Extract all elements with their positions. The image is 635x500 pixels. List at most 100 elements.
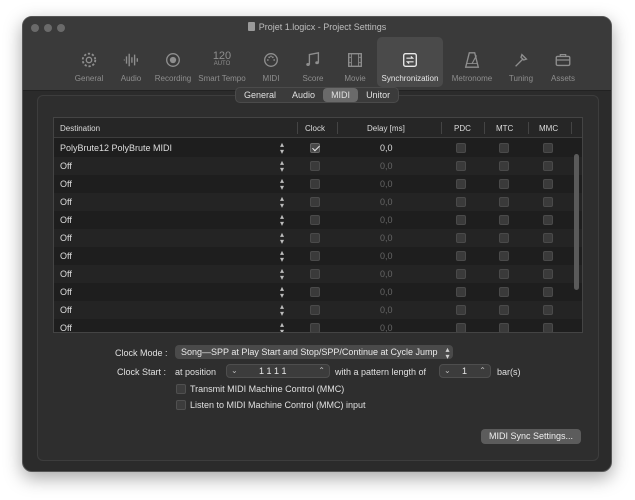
- mmc-checkbox[interactable]: [543, 197, 553, 207]
- clock-checkbox[interactable]: [310, 179, 320, 189]
- updown-chevron-icon[interactable]: ▴ ▾: [280, 285, 284, 300]
- toolbar-midi[interactable]: MIDI: [251, 37, 291, 87]
- updown-chevron-icon[interactable]: ▴ ▾: [280, 303, 284, 318]
- mtc-checkbox[interactable]: [499, 233, 509, 243]
- stepper-up-icon[interactable]: ⌃: [318, 365, 325, 377]
- stepper-down-icon[interactable]: ⌄: [231, 365, 238, 377]
- stepper-down-icon[interactable]: ⌄: [444, 365, 451, 377]
- destination-cell[interactable]: Off: [60, 287, 72, 297]
- delay-cell[interactable]: 0,0: [380, 269, 393, 279]
- mtc-checkbox[interactable]: [499, 305, 509, 315]
- updown-chevron-icon[interactable]: ▴ ▾: [280, 141, 284, 156]
- destination-cell[interactable]: Off: [60, 251, 72, 261]
- table-row[interactable]: PolyBrute12 PolyBrute MIDI ▴ ▾ 0,0: [54, 139, 582, 157]
- stepper-up-icon[interactable]: ⌃: [479, 365, 486, 377]
- clock-checkbox[interactable]: [310, 269, 320, 279]
- mmc-checkbox[interactable]: [543, 143, 553, 153]
- mtc-checkbox[interactable]: [499, 161, 509, 171]
- toolbar-audio[interactable]: Audio: [111, 37, 151, 87]
- column-delay[interactable]: Delay [ms]: [367, 124, 405, 133]
- delay-cell[interactable]: 0,0: [380, 233, 393, 243]
- toolbar-assets[interactable]: Assets: [543, 37, 583, 87]
- column-mtc[interactable]: MTC: [496, 124, 513, 133]
- toolbar-smart-tempo[interactable]: 120 AUTO Smart Tempo: [195, 37, 249, 87]
- mtc-checkbox[interactable]: [499, 143, 509, 153]
- mmc-checkbox[interactable]: [543, 323, 553, 332]
- updown-chevron-icon[interactable]: ▴ ▾: [280, 177, 284, 192]
- toolbar-score[interactable]: Score: [293, 37, 333, 87]
- column-destination[interactable]: Destination: [60, 124, 100, 133]
- table-row[interactable]: Off ▴ ▾ 0,0: [54, 319, 582, 332]
- delay-cell[interactable]: 0,0: [380, 161, 393, 171]
- pdc-checkbox[interactable]: [456, 305, 466, 315]
- pdc-checkbox[interactable]: [456, 161, 466, 171]
- tab-unitor[interactable]: Unitor: [358, 88, 398, 102]
- toolbar-movie[interactable]: Movie: [335, 37, 375, 87]
- pdc-checkbox[interactable]: [456, 323, 466, 332]
- mtc-checkbox[interactable]: [499, 269, 509, 279]
- delay-cell[interactable]: 0,0: [380, 215, 393, 225]
- mtc-checkbox[interactable]: [499, 179, 509, 189]
- mmc-checkbox[interactable]: [543, 251, 553, 261]
- updown-chevron-icon[interactable]: ▴ ▾: [280, 159, 284, 174]
- updown-chevron-icon[interactable]: ▴ ▾: [280, 249, 284, 264]
- tab-midi[interactable]: MIDI: [323, 88, 359, 102]
- table-row[interactable]: Off ▴ ▾ 0,0: [54, 193, 582, 211]
- delay-cell[interactable]: 0,0: [380, 305, 393, 315]
- clock-checkbox[interactable]: [310, 305, 320, 315]
- clock-mode-popup[interactable]: Song—SPP at Play Start and Stop/SPP/Cont…: [175, 345, 454, 361]
- column-mmc[interactable]: MMC: [539, 124, 558, 133]
- mtc-checkbox[interactable]: [499, 251, 509, 261]
- mtc-checkbox[interactable]: [499, 323, 509, 332]
- pdc-checkbox[interactable]: [456, 269, 466, 279]
- clock-checkbox[interactable]: [310, 251, 320, 261]
- table-scrollbar[interactable]: [574, 154, 579, 290]
- clock-checkbox[interactable]: [310, 215, 320, 225]
- tab-audio[interactable]: Audio: [284, 88, 323, 102]
- destination-cell[interactable]: Off: [60, 323, 72, 332]
- clock-checkbox[interactable]: [310, 287, 320, 297]
- updown-chevron-icon[interactable]: ▴ ▾: [280, 195, 284, 210]
- destination-cell[interactable]: Off: [60, 305, 72, 315]
- delay-cell[interactable]: 0,0: [380, 323, 393, 332]
- delay-cell[interactable]: 0,0: [380, 197, 393, 207]
- table-row[interactable]: Off ▴ ▾ 0,0: [54, 283, 582, 301]
- updown-chevron-icon[interactable]: ▴ ▾: [280, 213, 284, 228]
- table-row[interactable]: Off ▴ ▾ 0,0: [54, 157, 582, 175]
- column-clock[interactable]: Clock: [305, 124, 325, 133]
- table-row[interactable]: Off ▴ ▾ 0,0: [54, 229, 582, 247]
- destination-cell[interactable]: PolyBrute12 PolyBrute MIDI: [60, 143, 172, 153]
- midi-sync-settings-button[interactable]: MIDI Sync Settings...: [481, 429, 581, 444]
- delay-cell[interactable]: 0,0: [380, 287, 393, 297]
- pdc-checkbox[interactable]: [456, 215, 466, 225]
- table-row[interactable]: Off ▴ ▾ 0,0: [54, 175, 582, 193]
- destination-cell[interactable]: Off: [60, 197, 72, 207]
- mtc-checkbox[interactable]: [499, 287, 509, 297]
- mmc-checkbox[interactable]: [543, 161, 553, 171]
- transmit-mmc-checkbox[interactable]: [176, 384, 186, 394]
- mmc-checkbox[interactable]: [543, 287, 553, 297]
- clock-checkbox[interactable]: [310, 323, 320, 332]
- mmc-checkbox[interactable]: [543, 179, 553, 189]
- toolbar-recording[interactable]: Recording: [153, 37, 193, 87]
- delay-cell[interactable]: 0,0: [380, 143, 393, 153]
- clock-checkbox[interactable]: [310, 233, 320, 243]
- table-row[interactable]: Off ▴ ▾ 0,0: [54, 247, 582, 265]
- mmc-checkbox[interactable]: [543, 305, 553, 315]
- destination-cell[interactable]: Off: [60, 215, 72, 225]
- table-row[interactable]: Off ▴ ▾ 0,0: [54, 301, 582, 319]
- destination-cell[interactable]: Off: [60, 233, 72, 243]
- table-row[interactable]: Off ▴ ▾ 0,0: [54, 211, 582, 229]
- pattern-length-stepper[interactable]: ⌄ 1 ⌃: [439, 364, 491, 378]
- pdc-checkbox[interactable]: [456, 251, 466, 261]
- destination-cell[interactable]: Off: [60, 179, 72, 189]
- destination-cell[interactable]: Off: [60, 161, 72, 171]
- clock-checkbox[interactable]: [310, 143, 320, 153]
- clock-checkbox[interactable]: [310, 161, 320, 171]
- table-row[interactable]: Off ▴ ▾ 0,0: [54, 265, 582, 283]
- updown-chevron-icon[interactable]: ▴ ▾: [280, 231, 284, 246]
- pdc-checkbox[interactable]: [456, 287, 466, 297]
- pdc-checkbox[interactable]: [456, 179, 466, 189]
- toolbar-general[interactable]: General: [69, 37, 109, 87]
- position-stepper[interactable]: ⌄ 1 1 1 1 ⌃: [226, 364, 330, 378]
